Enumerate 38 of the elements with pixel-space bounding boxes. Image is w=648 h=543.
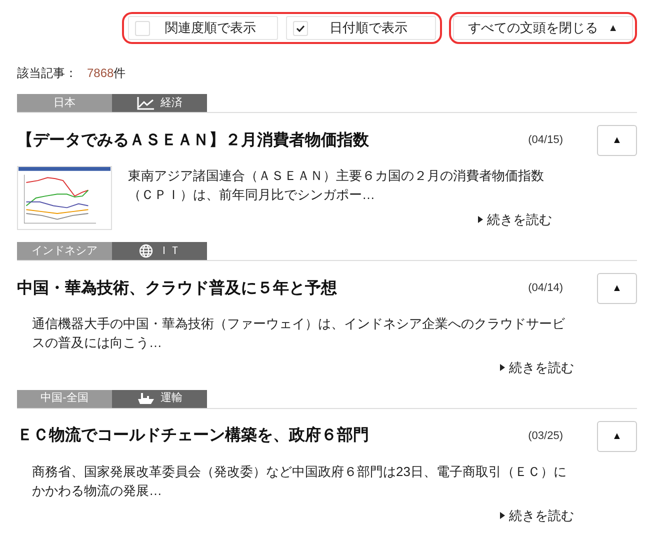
line-chart-icon xyxy=(136,96,154,110)
globe-icon xyxy=(138,244,152,258)
check-icon xyxy=(296,24,306,32)
result-count-unit: 件 xyxy=(114,65,126,82)
article-title[interactable]: 中国・華為技術、クラウド普及に５年と予想 xyxy=(17,276,528,300)
article-date: (04/14) xyxy=(528,281,563,296)
region-tag: インドネシア xyxy=(17,242,112,260)
read-more-link[interactable]: 続きを読む xyxy=(500,358,574,378)
region-tag: 中国-全国 xyxy=(17,390,112,408)
checkbox[interactable] xyxy=(135,20,150,36)
read-more-link[interactable]: 続きを読む xyxy=(500,506,574,525)
ship-icon xyxy=(136,392,154,406)
result-count: 7868 xyxy=(87,65,114,82)
category-label: ＩＴ xyxy=(158,244,180,259)
region-tag: 日本 xyxy=(17,94,112,112)
collapse-button[interactable]: ▲ xyxy=(597,273,637,304)
article-title[interactable]: ＥＣ物流でコールドチェーン構築を、政府６部門 xyxy=(17,424,528,448)
article-summary: 通信機器大手の中国・華為技術（ファーウェイ）は、インドネシア企業へのクラウドサービスの普及には向こう… xyxy=(32,315,566,352)
collapse-all-arrow: ▲ xyxy=(608,22,618,36)
collapse-button[interactable]: ▲ xyxy=(597,420,637,452)
checkbox[interactable] xyxy=(293,20,308,36)
article-title[interactable]: 【データでみるＡＳＥＡＮ】２月消費者物価指数 xyxy=(17,128,528,152)
sort-option[interactable]: 日付順で表示 xyxy=(286,16,436,40)
result-count-label: 該当記事： xyxy=(17,65,77,82)
collapse-all-button[interactable]: すべての文頭を閉じる ▲ xyxy=(453,16,633,40)
article-summary: 商務省、国家発展改革委員会（発改委）など中国政府６部門は23日、電子商取引（ＥＣ）にかかわる物流の発展… xyxy=(32,462,568,500)
triangle-icon xyxy=(500,512,505,519)
category-label: 経済 xyxy=(160,96,182,111)
article-date: (03/25) xyxy=(528,428,563,444)
article-summary: 東南アジア諸国連合（ＡＳＥＡＮ）主要６カ国の２月の消費者物価指数（ＣＰＩ）は、前年同月比でシンガポー… xyxy=(128,167,545,204)
read-more-link[interactable]: 続きを読む xyxy=(478,210,552,230)
triangle-icon xyxy=(478,216,483,224)
article-date: (04/15) xyxy=(528,133,563,148)
triangle-icon xyxy=(500,364,505,372)
category-label: 運輸 xyxy=(160,391,182,406)
collapse-all-label: すべての文頭を閉じる xyxy=(468,19,598,38)
collapse-button[interactable]: ▲ xyxy=(597,125,637,156)
sort-option[interactable]: 関連度順で表示 xyxy=(128,16,278,40)
